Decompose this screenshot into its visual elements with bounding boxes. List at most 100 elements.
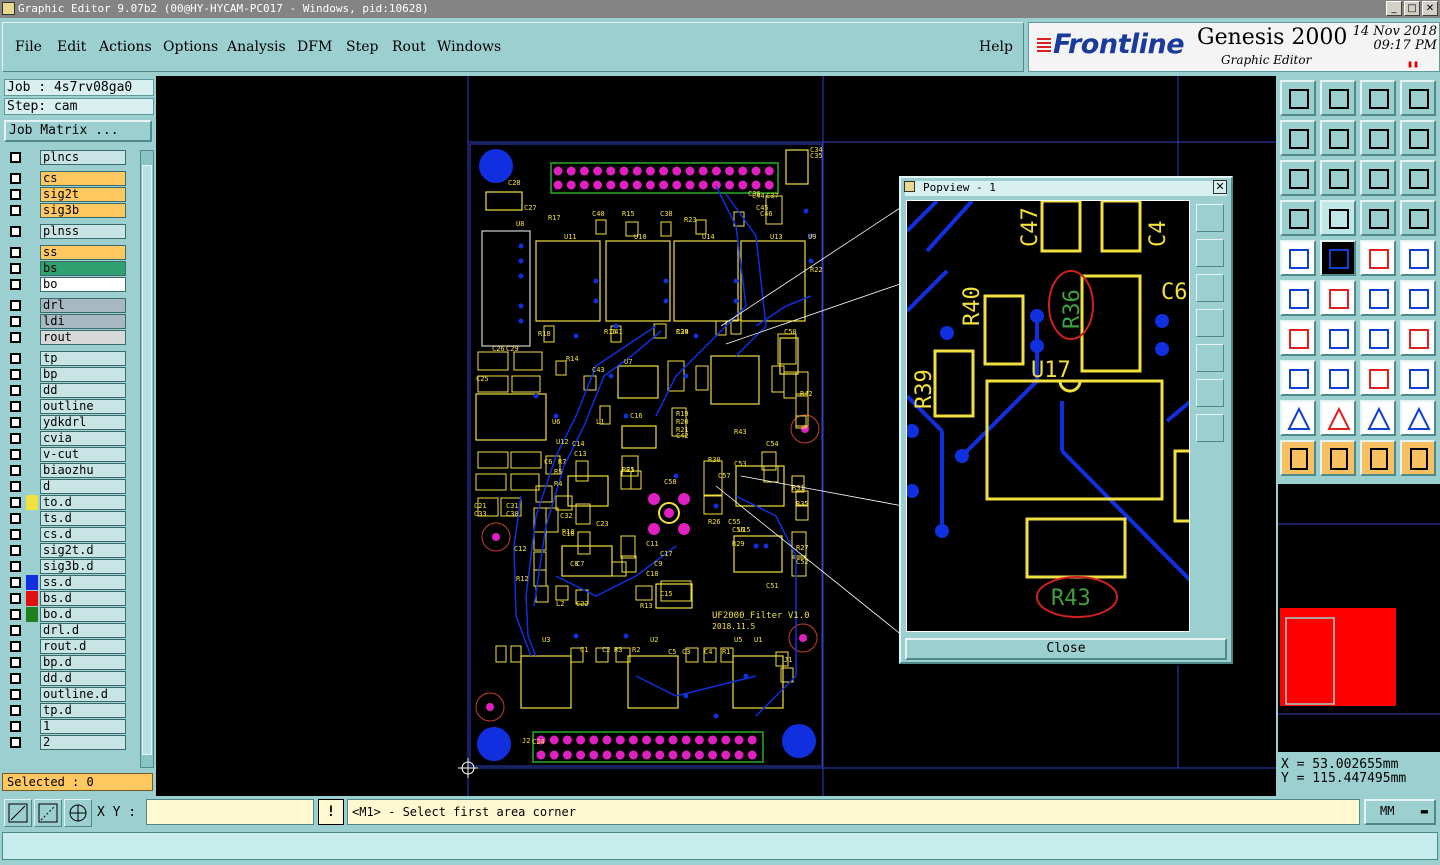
help-icon[interactable] — [1400, 160, 1436, 196]
layer-checkbox[interactable] — [10, 173, 21, 184]
grid-view-icon[interactable] — [1320, 200, 1356, 236]
command-bar[interactable] — [2, 832, 1438, 860]
layer-checkbox[interactable] — [10, 152, 21, 163]
maximize-button[interactable]: □ — [1404, 1, 1420, 16]
menu-help[interactable]: Help — [979, 39, 1013, 55]
close-window-button[interactable]: ✕ — [1422, 1, 1438, 16]
layer-row[interactable]: outline.d — [4, 687, 126, 702]
layer-checkbox[interactable] — [10, 609, 21, 620]
snap-point-icon[interactable] — [1400, 240, 1436, 276]
layer-row[interactable]: ss — [4, 245, 126, 260]
layer-name[interactable]: bp.d — [40, 655, 126, 670]
layer-name[interactable]: drl.d — [40, 623, 126, 638]
layer-row[interactable]: bp.d — [4, 655, 126, 670]
scale-icon[interactable] — [1360, 240, 1396, 276]
layer-name[interactable]: outline — [40, 399, 126, 414]
pv-zoom-in-icon[interactable] — [1196, 204, 1224, 232]
layer-row[interactable]: dd.d — [4, 671, 126, 686]
triangle-blue-icon[interactable] — [1320, 400, 1356, 436]
trace-cut-icon[interactable] — [1320, 360, 1356, 396]
select-arrow-icon[interactable] — [1280, 440, 1316, 476]
pv-pan-right-icon[interactable] — [1196, 344, 1224, 372]
layer-scrollbar[interactable] — [140, 150, 154, 768]
undo-arc-icon[interactable] — [1360, 320, 1396, 356]
zoom-center-icon[interactable] — [1320, 160, 1356, 196]
layer-name[interactable]: cvia — [40, 431, 126, 446]
layer-row[interactable]: 2 — [4, 735, 126, 750]
layer-name[interactable]: biaozhu — [40, 463, 126, 478]
layer-name[interactable]: rout — [40, 330, 126, 345]
layer-checkbox[interactable] — [10, 497, 21, 508]
fuse-icon[interactable] — [1400, 320, 1436, 356]
menu-actions[interactable]: Actions — [99, 39, 152, 55]
layer-name[interactable]: ydkdrl — [40, 415, 126, 430]
snap-icon[interactable] — [4, 799, 32, 827]
menu-rout[interactable]: Rout — [392, 39, 426, 55]
layer-checkbox[interactable] — [10, 226, 21, 237]
layer-name[interactable]: ss — [40, 245, 126, 260]
pv-pan-down-icon[interactable] — [1196, 274, 1224, 302]
layer-name[interactable]: v-cut — [40, 447, 126, 462]
pause-icon[interactable]: ▮▮ — [1407, 59, 1419, 70]
layer-name[interactable]: bo — [40, 277, 126, 292]
pv-pan-up-icon[interactable] — [1196, 239, 1224, 267]
popview-close-button[interactable]: Close — [905, 638, 1227, 660]
layer-row[interactable]: bs.d — [4, 591, 126, 606]
layer-name[interactable]: ts.d — [40, 511, 126, 526]
layer-row[interactable]: tp.d — [4, 703, 126, 718]
layer-checkbox[interactable] — [10, 449, 21, 460]
layer-row[interactable]: drl — [4, 298, 126, 313]
layer-name[interactable]: bo.d — [40, 607, 126, 622]
layer-row[interactable]: bo.d — [4, 607, 126, 622]
layer-name[interactable]: drl — [40, 298, 126, 313]
grid-icon[interactable] — [64, 799, 92, 827]
snake-icon[interactable] — [1400, 120, 1436, 156]
layer-name[interactable]: cs.d — [40, 527, 126, 542]
layer-row[interactable]: bp — [4, 367, 126, 382]
menu-analysis[interactable]: Analysis — [227, 39, 286, 55]
line-add-icon[interactable] — [1360, 280, 1396, 316]
layer-name[interactable]: bs.d — [40, 591, 126, 606]
layer-row[interactable]: outline — [4, 399, 126, 414]
layer-name[interactable]: dd.d — [40, 671, 126, 686]
layer-checkbox[interactable] — [10, 385, 21, 396]
layer-name[interactable]: plnss — [40, 224, 126, 239]
layer-checkbox[interactable] — [10, 247, 21, 258]
triangle-red2-icon[interactable] — [1360, 400, 1396, 436]
layer-name[interactable]: d — [40, 479, 126, 494]
pv-expand-icon[interactable] — [1196, 414, 1224, 442]
pv-pan-left-icon[interactable] — [1196, 309, 1224, 337]
menu-dfm[interactable]: DFM — [297, 39, 332, 55]
layer-checkbox[interactable] — [10, 641, 21, 652]
layer-row[interactable]: rout.d — [4, 639, 126, 654]
layer-checkbox[interactable] — [10, 369, 21, 380]
layer-checkbox[interactable] — [10, 279, 21, 290]
pad-add-icon[interactable] — [1280, 360, 1316, 396]
layer-row[interactable]: ldi — [4, 314, 126, 329]
layer-checkbox[interactable] — [10, 417, 21, 428]
layer-checkbox[interactable] — [10, 316, 21, 327]
resize-icon[interactable] — [1360, 360, 1396, 396]
layer-checkbox[interactable] — [10, 657, 21, 668]
layer-name[interactable]: outline.d — [40, 687, 126, 702]
zoom-right-icon[interactable] — [1320, 120, 1356, 156]
zoom-left-icon[interactable] — [1280, 120, 1316, 156]
layer-row[interactable]: plnss — [4, 224, 126, 239]
layer-row[interactable]: cs.d — [4, 527, 126, 542]
split-window-icon[interactable] — [1400, 80, 1436, 116]
cross-select-icon[interactable] — [1320, 280, 1356, 316]
layer-checkbox[interactable] — [10, 689, 21, 700]
layer-name[interactable]: bp — [40, 367, 126, 382]
select-arrow-red-icon[interactable] — [1320, 440, 1356, 476]
layer-row[interactable]: ydkdrl — [4, 415, 126, 430]
menu-file[interactable]: File — [15, 39, 42, 55]
layer-name[interactable]: sig3b — [40, 203, 126, 218]
layer-name[interactable]: tp.d — [40, 703, 126, 718]
layer-checkbox[interactable] — [10, 300, 21, 311]
layer-checkbox[interactable] — [10, 673, 21, 684]
layer-row[interactable]: ss.d — [4, 575, 126, 590]
pv-fit-icon[interactable] — [1196, 379, 1224, 407]
layer-name[interactable]: sig2t.d — [40, 543, 126, 558]
popview-canvas[interactable]: C47 C4 R40 C6 R39 U17 R36 R43 — [906, 200, 1190, 632]
job-matrix-button[interactable]: Job Matrix ... — [4, 120, 152, 142]
